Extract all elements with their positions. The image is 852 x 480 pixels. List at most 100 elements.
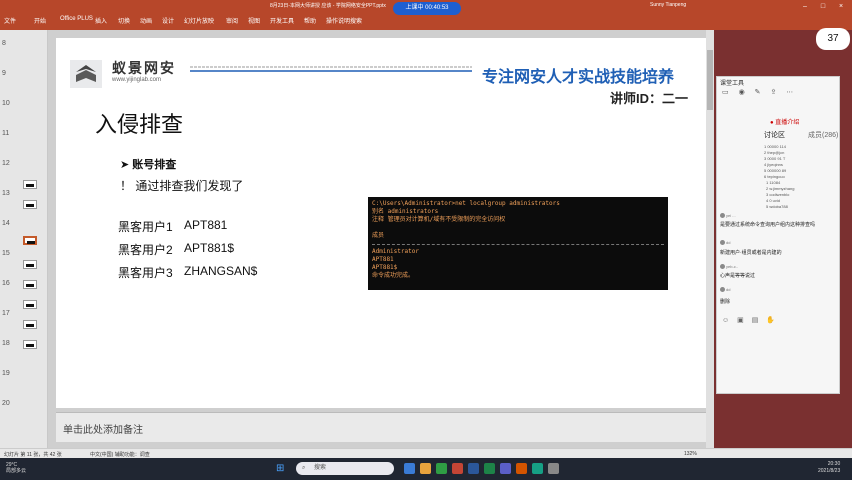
- hacker-label: 黑客用户2: [118, 243, 173, 257]
- menu-slideshow[interactable]: 幻灯片放映: [184, 16, 214, 25]
- header-divider: [190, 66, 472, 72]
- scrollbar-thumb[interactable]: [707, 50, 713, 110]
- slide-thumbnail[interactable]: [23, 260, 37, 269]
- menu-developer[interactable]: 开发工具: [270, 16, 294, 25]
- thumb-number: 12: [2, 160, 10, 167]
- windows-start-icon[interactable]: ⊞: [276, 463, 287, 474]
- chat-message: 删除: [720, 299, 731, 305]
- menu-transition[interactable]: 切换: [118, 16, 130, 25]
- thumb-number: 13: [2, 190, 10, 197]
- terminal-separator: [372, 244, 664, 245]
- browser-icon[interactable]: [436, 463, 447, 474]
- search-placeholder: 搜索: [314, 465, 327, 471]
- menu-home[interactable]: 开始: [34, 16, 46, 25]
- file-explorer-icon[interactable]: [420, 463, 431, 474]
- tab-live-intro[interactable]: ● 直播介绍: [770, 117, 799, 126]
- hacker-value: APT881$: [184, 241, 235, 255]
- menu-officeplus[interactable]: Office PLUS: [60, 16, 93, 22]
- app-icon[interactable]: [484, 463, 495, 474]
- terminal-line: 命令成功完成。: [372, 272, 415, 279]
- image-icon[interactable]: ▣: [737, 317, 744, 324]
- search-icon: ⌕: [302, 465, 306, 471]
- hacker-value: ZHANGSAN$: [184, 264, 258, 278]
- thumb-number: 10: [2, 100, 10, 107]
- logo-url: www.yijinglab.com: [112, 77, 162, 83]
- tab-discussion[interactable]: 讨论区: [764, 130, 785, 140]
- list-item: 6 tepingcuo: [764, 174, 785, 179]
- menu-tell-me[interactable]: 操作说明搜索: [326, 16, 362, 25]
- hacker-user-row: 黑客用户3 ZHANGSAN$: [118, 264, 257, 281]
- notes-placeholder[interactable]: 单击此处添加备注: [63, 421, 143, 436]
- avatar: [720, 264, 725, 269]
- word-icon[interactable]: [468, 463, 479, 474]
- avatar: [720, 240, 725, 245]
- thumb-number: 19: [2, 370, 10, 377]
- chat-panel-title: 课堂工具: [720, 81, 745, 87]
- hand-icon[interactable]: ✋: [766, 317, 775, 324]
- list-item: 4 0 uvid: [766, 198, 781, 203]
- app-icon[interactable]: [516, 463, 527, 474]
- list-item: 4 jiyeqinns: [764, 162, 783, 167]
- emoji-icon[interactable]: ☺: [722, 317, 729, 324]
- pen-icon[interactable]: ✎: [755, 89, 761, 96]
- hacker-label: 黑客用户1: [118, 220, 173, 234]
- app-icon[interactable]: [500, 463, 511, 474]
- system-clock[interactable]: 20:30 2021/8/23: [818, 461, 840, 475]
- app-icon[interactable]: [548, 463, 559, 474]
- terminal-line: APT881: [372, 256, 394, 263]
- terminal-line: 别名 administrators: [372, 208, 439, 215]
- menu-design[interactable]: 设计: [162, 16, 174, 25]
- slide-counter: 幻灯片 第 11 张，共 42 张: [4, 452, 62, 458]
- slide-thumbnail[interactable]: [23, 300, 37, 309]
- terminal-screenshot: C:\Users\Administrator>net localgroup ad…: [368, 197, 668, 290]
- notes-pane[interactable]: [56, 412, 706, 442]
- terminal-line: 成员: [372, 232, 385, 239]
- logo-icon: [70, 60, 102, 88]
- mic-icon[interactable]: ◉: [739, 89, 745, 96]
- logo-name: 蚁景网安: [112, 60, 176, 76]
- tab-members[interactable]: 成员(286): [808, 130, 838, 140]
- menu-animation[interactable]: 动画: [140, 16, 152, 25]
- chat-message: 新建用户·组员或者是内建的: [720, 250, 782, 256]
- chat-message: 心声是等等说过: [720, 273, 756, 279]
- meeting-status-pill[interactable]: 上课中 00:40:53: [393, 2, 461, 15]
- menu-review[interactable]: 审阅: [226, 16, 238, 25]
- slide-thumbnail[interactable]: [23, 320, 37, 329]
- screen-icon[interactable]: ▭: [722, 89, 729, 96]
- hacker-user-row: 黑客用户1 APT881: [118, 218, 227, 235]
- powerpoint-icon[interactable]: [452, 463, 463, 474]
- menu-file[interactable]: 文件: [4, 16, 16, 25]
- zoom-badge[interactable]: 37: [816, 28, 850, 50]
- slide-thumbnail-selected[interactable]: [23, 236, 37, 245]
- slide-thumbnail[interactable]: [23, 180, 37, 189]
- list-item: 3 0000 91 T: [764, 156, 786, 161]
- maximize-icon[interactable]: □: [818, 2, 828, 12]
- user-name: Sunny Tianpeng: [650, 2, 687, 8]
- thumb-number: 15: [2, 250, 10, 257]
- lecturer-id: 讲师ID：二一: [610, 91, 689, 106]
- thumb-number: 11: [2, 130, 10, 137]
- slide-thumbnail[interactable]: [23, 280, 37, 289]
- window-controls: – □ ×: [760, 2, 848, 12]
- clock-time: 20:30: [827, 461, 841, 467]
- menu-view[interactable]: 视图: [248, 16, 260, 25]
- menu-insert[interactable]: 插入: [95, 16, 107, 25]
- close-icon[interactable]: ×: [836, 2, 846, 12]
- zoom-level[interactable]: 132%: [684, 451, 697, 457]
- minimize-icon[interactable]: –: [800, 2, 810, 12]
- slide-thumbnail[interactable]: [23, 200, 37, 209]
- list-item: 5 000000 89: [764, 168, 787, 173]
- taskbar-search[interactable]: ⌕ 搜索: [296, 462, 394, 475]
- more-icon[interactable]: ⋯: [786, 89, 793, 96]
- thumb-number: 17: [2, 310, 10, 317]
- menu-help[interactable]: 帮助: [304, 16, 316, 25]
- language-status: 中文(中国) 辅助功能：调查: [90, 452, 150, 458]
- chat-actions: ☺ ▣ ▤ ✋: [722, 316, 775, 324]
- task-view-icon[interactable]: [404, 463, 415, 474]
- weather-widget[interactable]: 29°C 局部多云: [6, 462, 26, 474]
- app-icon[interactable]: [532, 463, 543, 474]
- file-icon[interactable]: ▤: [752, 317, 759, 324]
- slide-thumbnail[interactable]: [23, 340, 37, 349]
- share-icon[interactable]: ⇪: [770, 89, 776, 96]
